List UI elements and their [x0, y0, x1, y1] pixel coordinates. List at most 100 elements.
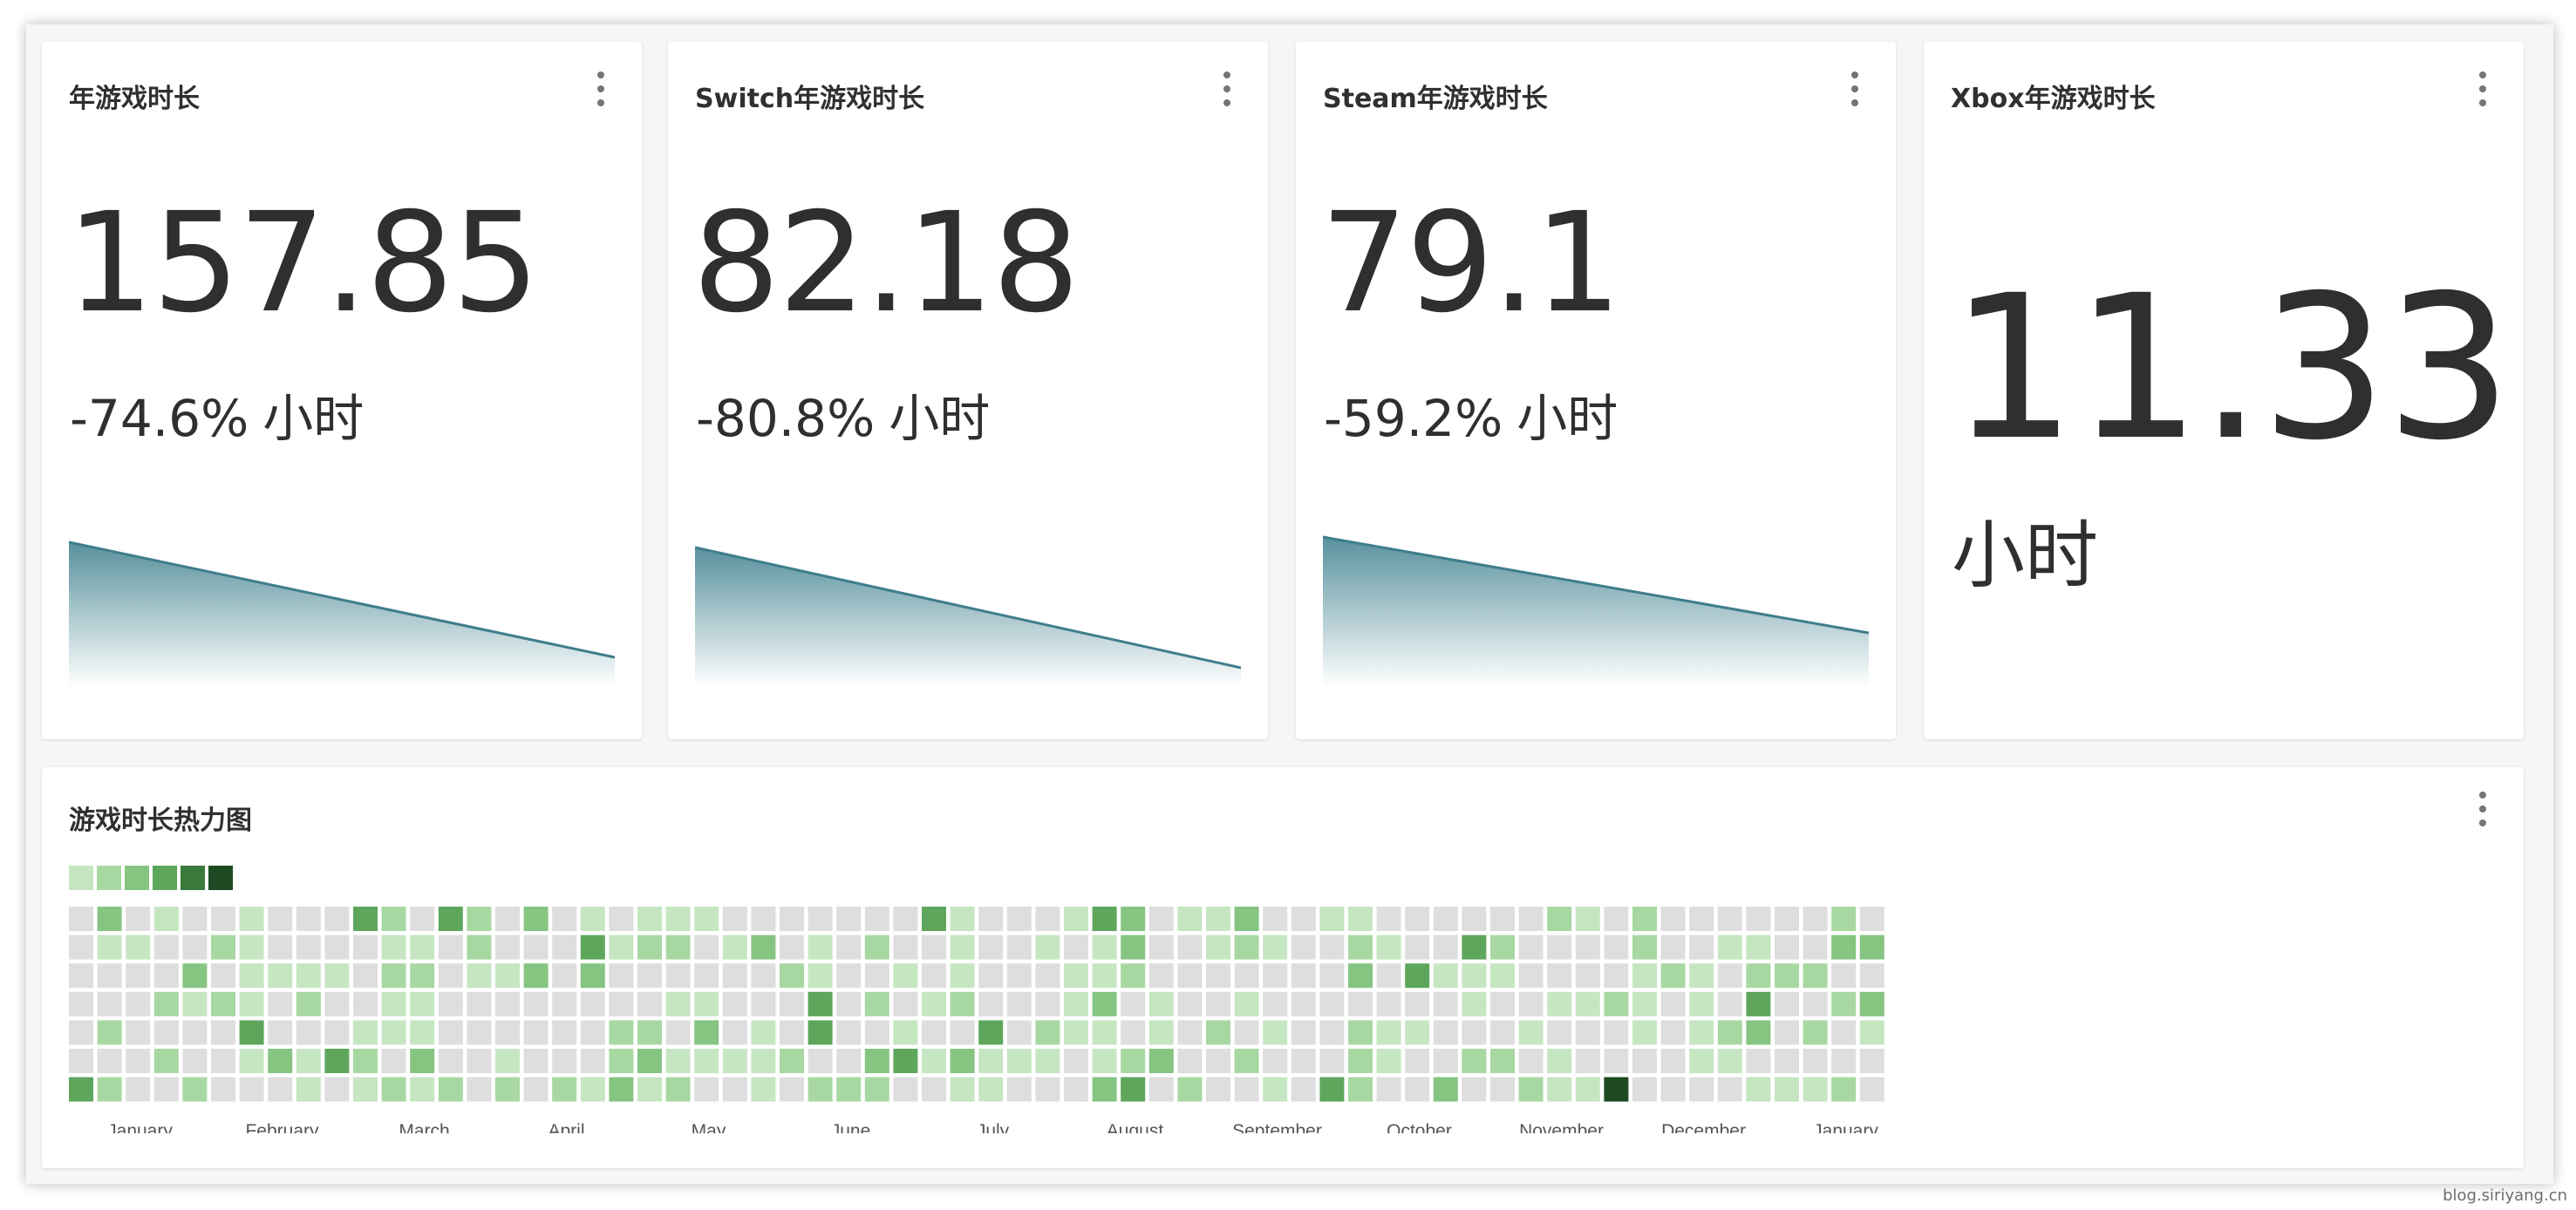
- heatmap-cell[interactable]: [268, 935, 293, 960]
- heatmap-cell[interactable]: [780, 1049, 804, 1073]
- heatmap-cell[interactable]: [495, 1020, 520, 1045]
- heatmap-cell[interactable]: [665, 991, 691, 1016]
- heatmap-cell[interactable]: [182, 935, 208, 960]
- heatmap-cell[interactable]: [1604, 907, 1629, 931]
- heatmap-cell[interactable]: [552, 963, 577, 989]
- heatmap-cell[interactable]: [1206, 907, 1230, 931]
- heatmap-cell[interactable]: [467, 1049, 492, 1073]
- heatmap-cell[interactable]: [126, 935, 151, 960]
- heatmap-cell[interactable]: [296, 1020, 321, 1045]
- heatmap-cell[interactable]: [1803, 991, 1828, 1016]
- heatmap-cell[interactable]: [1177, 1077, 1203, 1102]
- heatmap-cell[interactable]: [353, 1020, 378, 1045]
- heatmap-cell[interactable]: [609, 1077, 634, 1102]
- heatmap-cell[interactable]: [1462, 963, 1487, 989]
- heatmap-cell[interactable]: [1263, 1049, 1288, 1073]
- heatmap-cell[interactable]: [665, 907, 691, 931]
- heatmap-cell[interactable]: [950, 935, 975, 960]
- heatmap-cell[interactable]: [1376, 1049, 1401, 1073]
- heatmap-cell[interactable]: [1660, 1049, 1686, 1073]
- heatmap-cell[interactable]: [808, 963, 833, 989]
- heatmap-cell[interactable]: [1775, 1077, 1799, 1102]
- heatmap-cell[interactable]: [836, 1049, 862, 1073]
- heatmap-cell[interactable]: [893, 991, 918, 1016]
- heatmap-cell[interactable]: [1803, 1077, 1828, 1102]
- heatmap-cell[interactable]: [1291, 1020, 1316, 1045]
- heatmap-cell[interactable]: [1746, 963, 1771, 989]
- heatmap-cell[interactable]: [1376, 963, 1401, 989]
- heatmap-cell[interactable]: [1433, 935, 1458, 960]
- heatmap-cell[interactable]: [1206, 991, 1230, 1016]
- heatmap-cell[interactable]: [467, 1020, 492, 1045]
- heatmap-cell[interactable]: [1291, 1077, 1316, 1102]
- heatmap-cell[interactable]: [1547, 963, 1572, 989]
- heatmap-cell[interactable]: [1831, 935, 1857, 960]
- heatmap-cell[interactable]: [353, 991, 378, 1016]
- heatmap-cell[interactable]: [1775, 935, 1799, 960]
- heatmap-cell[interactable]: [922, 991, 946, 1016]
- heatmap-cell[interactable]: [239, 1077, 264, 1102]
- heatmap-cell[interactable]: [1291, 1049, 1316, 1073]
- heatmap-cell[interactable]: [836, 1077, 862, 1102]
- heatmap-cell[interactable]: [410, 1049, 435, 1073]
- heatmap-cell[interactable]: [353, 907, 378, 931]
- more-options-icon[interactable]: [2477, 792, 2489, 826]
- heatmap-cell[interactable]: [239, 907, 264, 931]
- heatmap-cell[interactable]: [780, 1020, 804, 1045]
- heatmap-cell[interactable]: [211, 1020, 235, 1045]
- heatmap-cell[interactable]: [637, 935, 662, 960]
- heatmap-cell[interactable]: [353, 1077, 378, 1102]
- heatmap-cell[interactable]: [950, 1020, 975, 1045]
- heatmap-cell[interactable]: [239, 1020, 264, 1045]
- heatmap-cell[interactable]: [1859, 935, 1884, 960]
- heatmap-cell[interactable]: [1092, 935, 1117, 960]
- heatmap-cell[interactable]: [722, 963, 747, 989]
- heatmap-cell[interactable]: [836, 991, 862, 1016]
- heatmap-cell[interactable]: [893, 1077, 918, 1102]
- heatmap-cell[interactable]: [126, 907, 151, 931]
- heatmap-cell[interactable]: [126, 991, 151, 1016]
- heatmap-cell[interactable]: [523, 1020, 549, 1045]
- heatmap-cell[interactable]: [467, 1077, 492, 1102]
- heatmap-cell[interactable]: [1490, 963, 1515, 989]
- heatmap-cell[interactable]: [552, 1020, 577, 1045]
- heatmap-cell[interactable]: [1689, 1020, 1714, 1045]
- heatmap-cell[interactable]: [922, 963, 946, 989]
- heatmap-cell[interactable]: [296, 1077, 321, 1102]
- heatmap-cell[interactable]: [1462, 1077, 1487, 1102]
- heatmap-cell[interactable]: [580, 963, 605, 989]
- heatmap-cell[interactable]: [1518, 1049, 1544, 1073]
- heatmap-cell[interactable]: [1717, 935, 1742, 960]
- heatmap-cell[interactable]: [1234, 1049, 1259, 1073]
- heatmap-cell[interactable]: [922, 1077, 946, 1102]
- heatmap-cell[interactable]: [495, 907, 520, 931]
- heatmap-cell[interactable]: [780, 1077, 804, 1102]
- heatmap-cell[interactable]: [381, 1077, 406, 1102]
- heatmap-cell[interactable]: [1177, 907, 1203, 931]
- heatmap-cell[interactable]: [1092, 963, 1117, 989]
- heatmap-cell[interactable]: [268, 991, 293, 1016]
- heatmap-cell[interactable]: [751, 963, 776, 989]
- heatmap-cell[interactable]: [1518, 1020, 1544, 1045]
- heatmap-cell[interactable]: [751, 991, 776, 1016]
- heatmap-cell[interactable]: [552, 1049, 577, 1073]
- heatmap-cell[interactable]: [324, 1049, 350, 1073]
- heatmap-cell[interactable]: [97, 963, 122, 989]
- heatmap-cell[interactable]: [722, 935, 747, 960]
- heatmap-cell[interactable]: [1689, 991, 1714, 1016]
- heatmap-cell[interactable]: [268, 1077, 293, 1102]
- heatmap-cell[interactable]: [637, 1077, 662, 1102]
- heatmap-cell[interactable]: [467, 991, 492, 1016]
- heatmap-cell[interactable]: [836, 907, 862, 931]
- heatmap-cell[interactable]: [1121, 991, 1146, 1016]
- heatmap-cell[interactable]: [1006, 1049, 1032, 1073]
- heatmap-cell[interactable]: [1348, 1020, 1373, 1045]
- heatmap-cell[interactable]: [239, 963, 264, 989]
- heatmap-cell[interactable]: [1859, 1049, 1884, 1073]
- heatmap-cell[interactable]: [1433, 1077, 1458, 1102]
- heatmap-cell[interactable]: [1206, 963, 1230, 989]
- heatmap-cell[interactable]: [1490, 1020, 1515, 1045]
- heatmap-cell[interactable]: [126, 963, 151, 989]
- heatmap-cell[interactable]: [694, 935, 719, 960]
- heatmap-cell[interactable]: [1575, 907, 1600, 931]
